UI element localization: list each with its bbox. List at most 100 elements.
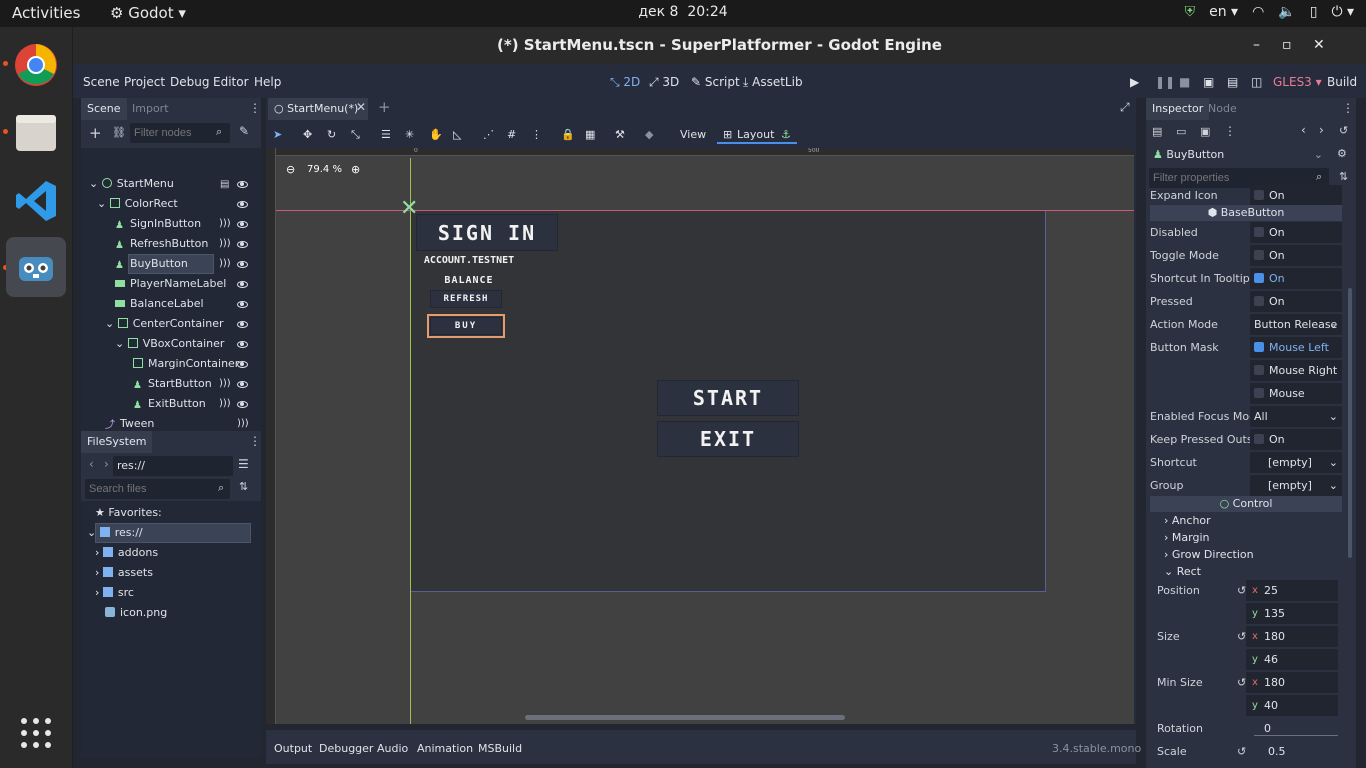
group-rect[interactable]: ⌄ Rect — [1150, 563, 1342, 580]
history-back-icon[interactable]: ‹ — [1301, 123, 1306, 137]
visibility-icon[interactable] — [237, 261, 248, 268]
visibility-icon[interactable] — [237, 361, 248, 368]
group-resource[interactable]: [empty] ⌄ — [1250, 475, 1342, 496]
file-row-assets[interactable]: › assets — [95, 563, 153, 583]
dock-menu-icon[interactable]: ⋮ — [1342, 101, 1354, 115]
tab-audio[interactable]: Audio — [377, 742, 408, 755]
close-window-button[interactable]: ✕ — [1313, 27, 1325, 64]
start-button[interactable]: START — [657, 380, 799, 416]
history-forward-icon[interactable]: › — [1319, 123, 1324, 137]
language-indicator[interactable]: en ▾ — [1209, 4, 1238, 20]
shortcut-resource[interactable]: [empty] ⌄ — [1250, 452, 1342, 473]
history-icon[interactable]: ↺ — [1339, 124, 1348, 137]
window-titlebar[interactable]: (*) StartMenu.tscn - SuperPlatformer - G… — [73, 27, 1366, 64]
list-select-icon[interactable]: ☰ — [381, 128, 391, 141]
move-tool-icon[interactable]: ✥ — [303, 128, 312, 141]
tab-startmenu[interactable]: ○ StartMenu(*) — [268, 98, 368, 120]
new-resource-icon[interactable]: ▤ — [1152, 125, 1162, 138]
exit-button[interactable]: EXIT — [657, 421, 799, 457]
section-control[interactable]: ○ Control — [1150, 496, 1342, 512]
scale-field[interactable]: 0.5 — [1250, 741, 1342, 762]
sort-icon[interactable]: ⇅ — [239, 480, 248, 493]
rotate-tool-icon[interactable]: ↻ — [327, 128, 336, 141]
visibility-icon[interactable] — [237, 241, 248, 248]
save-resource-icon[interactable]: ▣ — [1200, 125, 1210, 138]
view-menu[interactable]: View — [680, 128, 706, 141]
visibility-icon[interactable] — [237, 341, 248, 348]
grid-snap-icon[interactable]: # — [507, 128, 516, 141]
resource-menu-icon[interactable]: ⋮ — [1224, 124, 1236, 138]
files-icon[interactable] — [6, 103, 66, 163]
visibility-icon[interactable] — [237, 221, 248, 228]
godot-icon[interactable] — [6, 237, 66, 297]
forward-icon[interactable]: › — [104, 457, 109, 471]
back-icon[interactable]: ‹ — [89, 457, 94, 471]
sort-icon[interactable]: ⇅ — [1339, 170, 1348, 183]
path-field[interactable]: res:// — [113, 456, 233, 476]
signal-icon[interactable]: ))) — [219, 238, 231, 249]
tab-debugger[interactable]: Debugger — [319, 742, 373, 755]
anchor-icon[interactable]: ⚓ — [781, 128, 791, 141]
clock[interactable]: дек 8 20:24 — [0, 4, 1366, 20]
tab-filesystem[interactable]: FileSystem — [81, 431, 153, 453]
workspace-3d[interactable]: ⤢ 3D — [649, 75, 679, 90]
tree-row-colorrect[interactable]: ⌄ ColorRect — [97, 194, 178, 214]
add-node-icon[interactable]: + — [89, 124, 102, 142]
play-icon[interactable]: ▶ — [1130, 75, 1139, 89]
script-attach-icon[interactable]: ✎ — [239, 124, 249, 138]
snap-options-icon[interactable]: ⋮ — [531, 128, 542, 141]
signal-icon[interactable]: ))) — [219, 218, 231, 229]
menu-editor[interactable]: Editor — [213, 75, 249, 89]
size-x-field[interactable]: x 180 — [1246, 626, 1338, 647]
buy-button[interactable]: BUY — [430, 317, 502, 335]
signal-icon[interactable]: ))) — [219, 378, 231, 389]
menu-help[interactable]: Help — [254, 75, 281, 89]
camera-override-icon[interactable]: ◆ — [645, 128, 653, 141]
tree-row-vboxcontainer[interactable]: ⌄ VBoxContainer — [115, 334, 224, 354]
disabled-checkbox[interactable]: On — [1250, 222, 1342, 243]
revert-icon[interactable]: ↺ — [1237, 671, 1246, 694]
group-icon[interactable]: ▦ — [585, 128, 595, 141]
dock-menu-icon[interactable]: ⋮ — [249, 101, 261, 115]
menu-project[interactable]: Project — [124, 75, 165, 89]
tab-output[interactable]: Output — [274, 742, 312, 755]
apps-grid-icon[interactable] — [20, 717, 52, 749]
minimize-button[interactable]: – — [1253, 27, 1260, 64]
visibility-icon[interactable] — [237, 321, 248, 328]
focus-mode-select[interactable]: All ⌄ — [1250, 406, 1342, 427]
tree-row-exitbutton[interactable]: ♟ ExitButton — [133, 394, 206, 414]
visibility-icon[interactable] — [237, 201, 248, 208]
revert-icon[interactable]: ↺ — [1237, 579, 1246, 602]
fullscreen-icon[interactable]: ⤢ — [1120, 100, 1130, 115]
tab-import[interactable]: Import — [126, 98, 175, 120]
shortcut-tooltip-checkbox[interactable]: On — [1250, 268, 1342, 289]
toggle-mode-checkbox[interactable]: On — [1250, 245, 1342, 266]
refresh-button[interactable]: REFRESH — [430, 290, 502, 308]
mouse-left-checkbox[interactable]: Mouse Left — [1250, 337, 1342, 358]
power-icon[interactable]: ⏻ ▾ — [1331, 4, 1354, 20]
system-tray[interactable]: ⛨ en ▾ ◠ 🔈 ▯ ⏻ ▾ — [1185, 4, 1354, 20]
sign-in-button[interactable]: SIGN IN — [416, 214, 558, 251]
position-x-field[interactable]: x 25 — [1246, 580, 1338, 601]
tree-row-playernamelabel[interactable]: PlayerNameLabel — [115, 274, 226, 294]
signal-icon[interactable]: ))) — [219, 258, 231, 269]
tab-animation[interactable]: Animation — [417, 742, 473, 755]
workspace-2d[interactable]: ⤡ 2D — [610, 75, 640, 90]
smart-snap-icon[interactable]: ⋰ — [483, 128, 494, 141]
tab-msbuild[interactable]: MSBuild — [478, 742, 522, 755]
pressed-checkbox[interactable]: On — [1250, 291, 1342, 312]
zoom-in-icon[interactable]: ⊕ — [351, 163, 360, 176]
tab-inspector[interactable]: Inspector — [1146, 98, 1210, 120]
workspace-assetlib[interactable]: ⤓ AssetLib — [743, 75, 803, 90]
stop-icon[interactable]: ■ — [1179, 75, 1190, 89]
tree-row-refreshbutton[interactable]: ♟ RefreshButton — [115, 234, 208, 254]
group-anchor[interactable]: › Anchor — [1150, 512, 1342, 529]
mouse-middle-checkbox[interactable]: Mouse Middle — [1250, 383, 1342, 421]
bone-icon[interactable]: ⚒ — [615, 128, 625, 141]
maximize-button[interactable]: ▫ — [1282, 27, 1292, 64]
tab-scene[interactable]: Scene — [81, 98, 127, 120]
min-size-y-field[interactable]: y 40 — [1246, 695, 1338, 716]
link-icon[interactable]: ⛓ — [112, 126, 126, 139]
pivot-icon[interactable]: ✳ — [405, 128, 414, 141]
menu-scene[interactable]: Scene — [83, 75, 120, 89]
